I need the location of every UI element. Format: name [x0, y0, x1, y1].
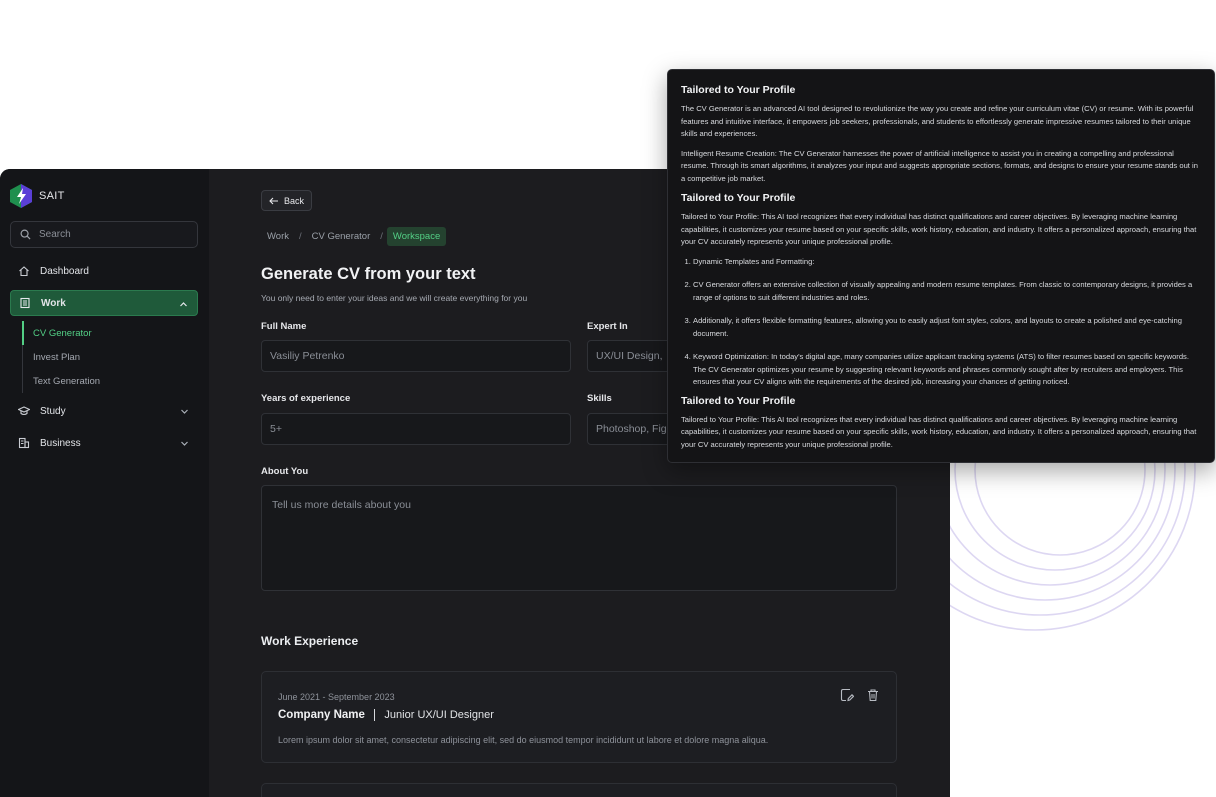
- edit-icon[interactable]: [840, 688, 854, 702]
- page-subtitle: You only need to enter your ideas and we…: [261, 293, 528, 303]
- heading-divider: [373, 709, 376, 721]
- list-item: Dynamic Templates and Formatting:: [693, 256, 1201, 269]
- chevron-down-icon[interactable]: [180, 439, 189, 448]
- full-name-field[interactable]: Vasiliy Petrenko: [261, 340, 571, 372]
- skills-label: Skills: [587, 393, 612, 404]
- sidebar: SAIT Dashboard Work CV Generator Invest …: [0, 169, 209, 797]
- sidebar-item-study[interactable]: Study: [10, 398, 198, 424]
- back-button-label: Back: [284, 195, 305, 206]
- panel-heading: Tailored to Your Profile: [681, 394, 796, 407]
- panel-list: Dynamic Templates and Formatting: CV Gen…: [681, 256, 1201, 389]
- panel-heading: Tailored to Your Profile: [681, 192, 796, 204]
- sidebar-item-work[interactable]: Work: [10, 290, 198, 316]
- logo-icon: [10, 184, 32, 208]
- panel-paragraph: The CV Generator is an advanced AI tool …: [681, 104, 1194, 138]
- sidebar-item-label: Dashboard: [40, 265, 89, 277]
- search-box[interactable]: [10, 221, 198, 248]
- building-icon: [19, 297, 31, 309]
- home-icon: [18, 265, 30, 277]
- about-you-textarea[interactable]: Tell us more details about you: [261, 485, 897, 591]
- years-experience-field[interactable]: 5+: [261, 413, 571, 445]
- chevron-up-icon[interactable]: [179, 300, 188, 309]
- panel-paragraph: Tailored to Your Profile: This AI tool r…: [681, 414, 1197, 449]
- sidebar-item-label: Business: [40, 437, 81, 449]
- panel-paragraph: Tailored to Your Profile: This AI tool r…: [681, 212, 1197, 246]
- experience-company: Company Name: [278, 709, 365, 721]
- sidebar-item-dashboard[interactable]: Dashboard: [10, 258, 198, 284]
- search-icon: [20, 229, 31, 240]
- experience-heading: Company Name Junior UX/UI Designer: [278, 709, 494, 721]
- work-experience-title: Work Experience: [261, 634, 359, 648]
- chevron-down-icon[interactable]: [180, 407, 189, 416]
- breadcrumb-item-workspace: Workspace: [386, 227, 447, 246]
- generated-cv-panel: Tailored to Your Profile The CV Generato…: [667, 69, 1215, 463]
- sidebar-item-label: Study: [40, 405, 66, 417]
- experience-dates: June 2021 - September 2023: [278, 692, 395, 702]
- breadcrumb-separator: /: [380, 231, 383, 242]
- experience-actions: [828, 688, 880, 702]
- sidebar-subitem-text-generation[interactable]: Text Generation: [23, 369, 100, 393]
- page-title: Generate CV from your text: [261, 265, 476, 283]
- work-experience-card: June 2021 - September 2023 Company Name …: [261, 671, 897, 763]
- search-input[interactable]: [39, 229, 189, 240]
- trash-icon[interactable]: [866, 688, 880, 702]
- list-item: CV Generator offers an extensive collect…: [693, 279, 1201, 304]
- graduation-cap-icon: [18, 405, 30, 417]
- sidebar-item-business[interactable]: Business: [10, 430, 198, 456]
- sidebar-item-label: Work: [41, 297, 66, 309]
- experience-description: Lorem ipsum dolor sit amet, consectetur …: [278, 735, 769, 745]
- experience-role: Junior UX/UI Designer: [384, 709, 494, 721]
- panel-paragraph: Intelligent Resume Creation: The CV Gene…: [681, 148, 1198, 183]
- list-item: Keyword Optimization: In today's digital…: [693, 351, 1201, 389]
- years-experience-label: Years of experience: [261, 393, 351, 404]
- list-item: Additionally, it offers flexible formatt…: [693, 315, 1201, 340]
- arrow-left-icon: [269, 197, 278, 204]
- sidebar-subitem-invest-plan[interactable]: Invest Plan: [23, 345, 100, 369]
- brand-name: SAIT: [39, 190, 65, 202]
- breadcrumb-item-work[interactable]: Work: [261, 227, 295, 246]
- work-submenu: CV Generator Invest Plan Text Generation: [22, 321, 100, 393]
- work-experience-card: [261, 783, 897, 797]
- sidebar-subitem-cv-generator[interactable]: CV Generator: [22, 321, 100, 345]
- breadcrumb: Work / CV Generator / Workspace: [261, 227, 447, 246]
- full-name-label: Full Name: [261, 321, 307, 332]
- about-you-label: About You: [261, 466, 309, 477]
- expert-in-label: Expert In: [587, 321, 628, 332]
- back-button[interactable]: Back: [261, 190, 313, 211]
- panel-heading: Tailored to Your Profile: [681, 84, 796, 96]
- office-building-icon: [18, 437, 30, 449]
- breadcrumb-item-cv-generator[interactable]: CV Generator: [306, 227, 377, 246]
- breadcrumb-separator: /: [299, 231, 302, 242]
- brand-logo[interactable]: SAIT: [10, 184, 65, 208]
